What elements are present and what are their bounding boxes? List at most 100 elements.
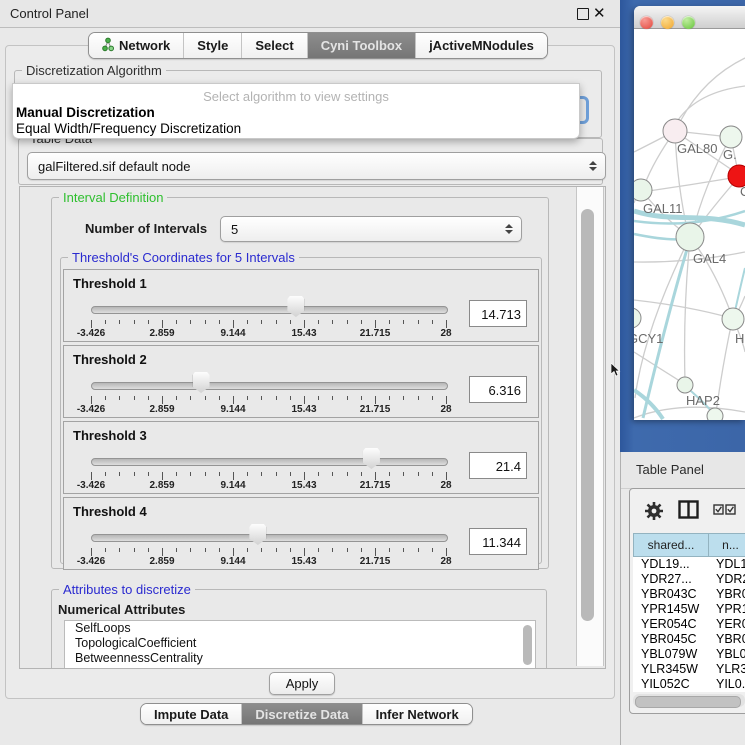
slider-tick-label: 15.43 [291,480,316,491]
attribute-list-item[interactable]: SelfLoops [65,621,535,636]
control-panel-title: Control Panel [10,6,89,21]
network-edge[interactable] [634,407,745,418]
slider-track[interactable] [91,458,448,466]
slider-minor-tick [105,320,106,324]
split-columns-icon[interactable] [678,500,699,519]
network-node-gal80[interactable] [663,119,687,143]
slider-track[interactable] [91,306,448,314]
table-row[interactable]: YLR345WYLR3... [633,662,745,677]
slider-minor-tick [290,472,291,476]
network-node-gal4[interactable] [676,223,704,251]
dropdown-placeholder-item[interactable]: Select algorithm to view settings [13,89,579,104]
network-node-g-[interactable] [720,126,742,148]
algorithm-dropdown-popup: Select algorithm to view settings Manual… [12,83,580,139]
network-canvas[interactable]: GAL80G.CGAL11GAL4GCY1HHAP2 [634,28,745,420]
table-row[interactable]: YBR045CYBR0... [633,632,745,647]
slider-minor-tick [247,396,248,400]
network-window-titlebar[interactable] [634,6,745,29]
slider-minor-tick [290,548,291,552]
table-horizontal-scrollbar[interactable] [633,694,745,707]
slider-minor-tick [148,396,149,400]
slider-track[interactable] [91,382,448,390]
table-row[interactable]: YIL052CYIL0... [633,677,745,692]
tab-label: Impute Data [154,707,228,722]
table-row[interactable]: YDR27...YDR2... [633,572,745,587]
table-header-name[interactable]: n... [708,533,745,557]
table-data-combobox[interactable]: galFiltered.sif default node [27,152,606,180]
network-node-h[interactable] [722,308,744,330]
tab-jactivemnodules[interactable]: jActiveMNodules [416,33,547,58]
table-row[interactable]: YBL079WYBL0... [633,647,745,662]
node-attribute-table[interactable]: shared... n... YDL19...YDL1...YDR27...YD… [633,533,745,692]
viewport-vertical-scrollbar[interactable] [576,187,604,666]
tab-select[interactable]: Select [242,33,307,58]
slider-minor-tick [190,320,191,324]
table-row[interactable]: YBR043CYBR0... [633,587,745,602]
tab-network[interactable]: Network [89,33,184,58]
network-edge[interactable] [678,86,745,120]
threshold-label: Threshold 4 [73,504,147,519]
tab-label: Select [255,38,293,53]
bottom-tab-discretize-data[interactable]: Discretize Data [242,704,362,724]
tab-label: Network [119,38,170,53]
threshold-value-field[interactable]: 14.713 [469,300,527,327]
number-of-intervals-combobox[interactable]: 5 [220,216,522,242]
network-edge[interactable] [634,300,731,318]
slider-major-tick [375,396,376,404]
float-window-icon[interactable] [577,8,589,20]
table-rows: YDL19...YDL1...YDR27...YDR2...YBR043CYBR… [633,557,745,692]
numerical-attributes-label: Numerical Attributes [58,602,185,617]
network-edge[interactable] [642,177,738,192]
cell-shared-name: YBR045C [641,632,697,647]
table-panel-titlebar: Table Panel [621,452,745,489]
network-node-hap2[interactable] [677,377,693,393]
network-node-gal11[interactable] [634,179,652,201]
close-icon[interactable]: ✕ [593,4,606,22]
slider-minor-tick [389,548,390,552]
slider-major-tick [162,472,163,480]
tab-cyni-toolbox[interactable]: Cyni Toolbox [308,33,416,58]
bottom-tab-impute-data[interactable]: Impute Data [141,704,242,724]
slider-minor-tick [361,548,362,552]
bottom-tab-infer-network[interactable]: Infer Network [363,704,472,724]
slider-tick-label: 9.144 [220,328,245,339]
viewport-scrollbar-thumb[interactable] [581,209,594,621]
tab-style[interactable]: Style [184,33,242,58]
network-edge[interactable] [634,252,745,262]
slider-minor-tick [261,320,262,324]
network-node-label: C [740,184,745,199]
numerical-attributes-list[interactable]: SelfLoopsTopologicalCoefficientBetweenne… [64,620,536,669]
threshold-value-field[interactable]: 6.316 [469,376,527,403]
attribute-list-item[interactable]: BetweennessCentrality [65,651,535,666]
network-graph: GAL80G.CGAL11GAL4GCY1HHAP2 [634,28,745,420]
slider-tick-label: -3.426 [77,556,105,567]
table-row[interactable]: YER054CYER0... [633,617,745,632]
table-hscrollbar-thumb[interactable] [635,696,741,708]
threshold-value-field[interactable]: 11.344 [469,528,527,555]
table-row[interactable]: YDL19...YDL1... [633,557,745,572]
attribute-list-item[interactable]: TopologicalCoefficient [65,636,535,651]
attributes-list-scrollbar[interactable] [523,625,532,665]
slider-track[interactable] [91,534,448,542]
threshold-value-field[interactable]: 21.4 [469,452,527,479]
slider-tick-label: 21.715 [360,328,391,339]
gear-icon[interactable] [644,501,664,521]
dropdown-option-manual-discretization[interactable]: Manual Discretization [16,105,155,120]
network-node-node[interactable] [707,408,723,420]
table-header-shared-name[interactable]: shared... [633,533,709,557]
slider-major-tick [91,548,92,556]
table-panel-toolbar [630,489,745,533]
cell-name: YLR3... [716,662,745,677]
network-node-gcy1[interactable] [634,308,641,328]
checkbox-icon[interactable] [713,504,737,515]
slider-major-tick [446,548,447,556]
cell-name: YDL1... [716,557,745,572]
table-row[interactable]: YPR145WYPR1... [633,602,745,617]
dropdown-option-equal-width-frequency[interactable]: Equal Width/Frequency Discretization [16,121,241,136]
network-edge[interactable] [681,58,745,120]
network-edge[interactable] [635,239,689,398]
slider-minor-tick [418,396,419,400]
network-edge[interactable] [691,238,732,316]
slider-minor-tick [119,396,120,400]
apply-button[interactable]: Apply [269,672,335,695]
